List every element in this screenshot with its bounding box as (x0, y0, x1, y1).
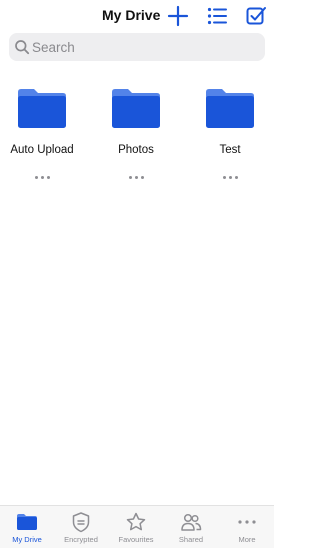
tab-label: Favourites (118, 535, 154, 544)
folder-name: Test (219, 144, 241, 156)
folder-item[interactable]: Test (192, 84, 268, 188)
folder-icon (110, 86, 162, 130)
more-icon (236, 511, 258, 533)
tab-label: More (238, 535, 256, 544)
search-icon (14, 39, 30, 55)
star-icon (125, 511, 147, 533)
tab-shared[interactable]: Shared (164, 506, 218, 548)
folder-icon (16, 86, 68, 130)
tab-my-drive[interactable]: My Drive (0, 506, 54, 548)
folder-item[interactable]: Auto Upload (4, 84, 80, 188)
plus-icon[interactable] (167, 5, 189, 27)
search-bar[interactable] (9, 33, 265, 61)
folder-more-icon[interactable] (216, 172, 244, 182)
list-view-icon[interactable] (206, 5, 228, 27)
tab-more[interactable]: More (220, 506, 274, 548)
page-title: My Drive (102, 7, 161, 23)
tab-label: My Drive (12, 535, 42, 544)
folder-more-icon[interactable] (28, 172, 56, 182)
folder-more-icon[interactable] (122, 172, 150, 182)
folder-name: Auto Upload (10, 144, 74, 156)
folder-icon (204, 86, 256, 130)
search-input[interactable] (32, 33, 260, 61)
tab-encrypted[interactable]: Encrypted (54, 506, 108, 548)
header: My Drive (0, 0, 274, 32)
folder-item[interactable]: Photos (98, 84, 174, 188)
tab-favourites[interactable]: Favourites (109, 506, 163, 548)
tab-label: Shared (178, 535, 204, 544)
tab-label: Encrypted (64, 535, 98, 544)
select-checkbox-icon[interactable] (245, 5, 267, 27)
tab-bar: My Drive Encrypted Favourites Shared Mor… (0, 505, 274, 548)
folder-name: Photos (118, 144, 154, 156)
people-icon (180, 511, 202, 533)
shield-icon (70, 511, 92, 533)
folder-icon (16, 511, 38, 533)
